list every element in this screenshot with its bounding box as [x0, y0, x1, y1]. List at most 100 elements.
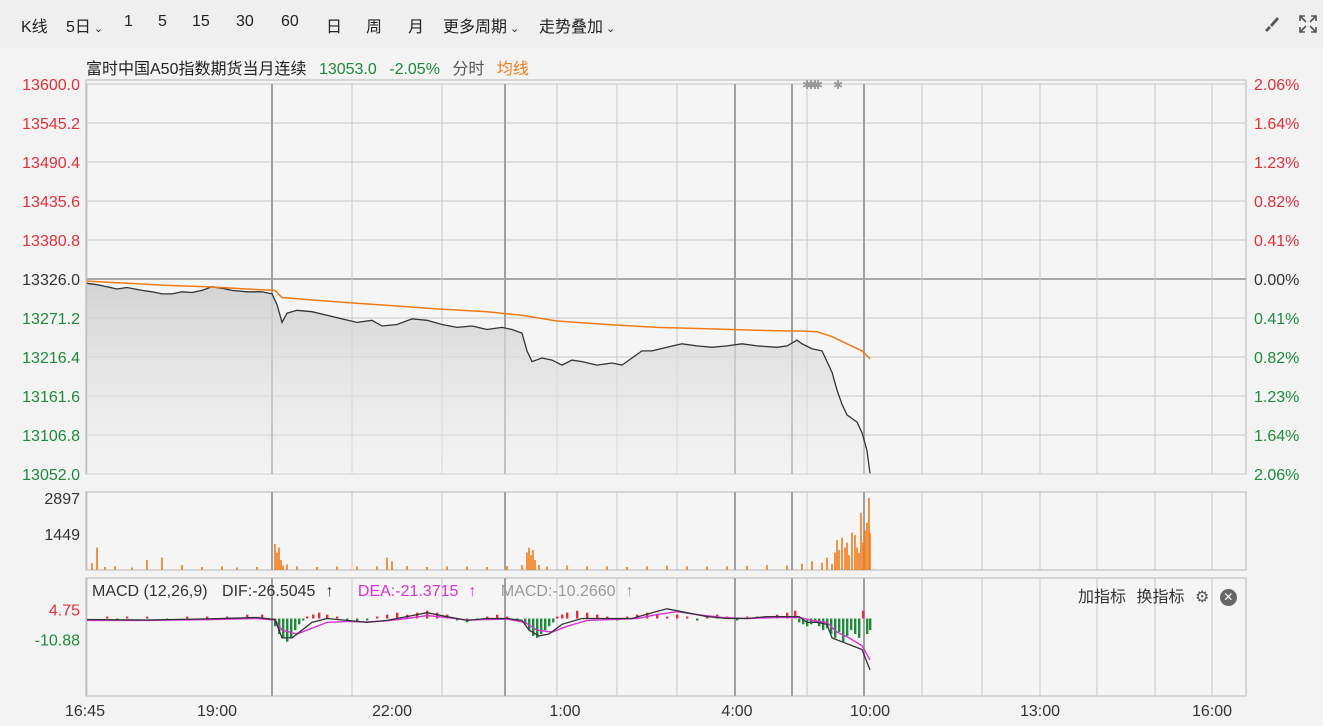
indicator-tools: 加指标 换指标 ⚙ ✕ — [1078, 583, 1243, 607]
macd-histogram-bar — [536, 618, 539, 638]
price-area-layer — [87, 283, 870, 474]
dea-text: DEA:-21.3715 — [357, 583, 459, 600]
dea-line — [87, 610, 871, 661]
macd-histogram-bar — [636, 614, 639, 619]
macd-histogram-bar — [776, 614, 779, 619]
macd-histogram-bar — [858, 618, 861, 638]
macd-histogram-bar — [862, 610, 865, 619]
volume-bar — [236, 567, 238, 570]
volume-bar — [532, 550, 534, 570]
macd-histogram-bar — [830, 618, 833, 634]
volume-bar — [181, 565, 183, 570]
macd-histogram-bar — [516, 618, 519, 621]
volume-bar — [766, 565, 768, 570]
price-axis-label: 13161.6 — [22, 389, 80, 406]
percent-axis-label: 0.41% — [1254, 233, 1299, 250]
volume-bar — [286, 564, 288, 570]
macd-histogram-bar — [806, 618, 809, 627]
percent-axis-label: 1.23% — [1254, 389, 1299, 406]
average-line — [86, 280, 871, 360]
macd-histogram-bar — [246, 614, 249, 619]
period-month-tab[interactable]: 月 — [408, 13, 424, 37]
price-axis-label: 13380.8 — [22, 233, 80, 250]
price-area-fill — [87, 283, 870, 474]
price-axis-label: 13052.0 — [22, 467, 80, 484]
macd-histogram-bar — [106, 616, 109, 619]
kline-tab[interactable]: K线 — [21, 13, 48, 37]
time-axis-label: 19:00 — [197, 703, 237, 720]
macd-dea-value: DEA:-21.3715 ↑ — [358, 583, 487, 600]
macd-histogram-bar — [766, 616, 769, 619]
macd-histogram-bar — [869, 618, 872, 631]
period-30m-tab[interactable]: 30 — [236, 13, 254, 31]
period-day-tab[interactable]: 日 — [326, 13, 342, 37]
volume-bar — [586, 566, 588, 570]
volume-bar — [161, 557, 163, 570]
percent-axis-label: 0.82% — [1254, 194, 1299, 211]
macd-histogram-bar — [606, 616, 609, 619]
macd-histogram-bar — [556, 616, 559, 619]
volume-bar — [376, 566, 378, 570]
macd-histogram-bar — [548, 618, 551, 627]
close-icon[interactable]: ✕ — [1219, 589, 1237, 607]
period-week-tab[interactable]: 周 — [366, 13, 382, 37]
volume-bar — [131, 567, 133, 570]
macd-histogram-bar — [576, 610, 579, 619]
macd-histogram-bar — [706, 616, 709, 619]
period-1m-tab[interactable]: 1 — [124, 13, 133, 31]
macd-histogram-bar — [544, 618, 547, 631]
macd-histogram-bar — [814, 618, 817, 623]
volume-bar — [221, 566, 223, 570]
overlay-dropdown[interactable]: 走势叠加 ⌄ — [539, 13, 615, 37]
add-indicator-button[interactable]: 加指标 — [1078, 589, 1126, 606]
draw-brush-icon[interactable] — [1261, 14, 1281, 34]
macd-histogram-bar — [278, 618, 281, 634]
macd-histogram-bar — [318, 612, 321, 619]
swap-indicator-button[interactable]: 换指标 — [1136, 589, 1184, 606]
period-15m-tab[interactable]: 15 — [192, 13, 210, 31]
volume-bar — [356, 566, 358, 570]
volume-bar — [846, 542, 848, 570]
macd-axis-label: 4.75 — [49, 602, 80, 619]
macd-histogram-bar — [302, 618, 305, 621]
macd-histogram-bar — [834, 618, 837, 638]
percent-axis-label: 1.64% — [1254, 116, 1299, 133]
period-60m-tab[interactable]: 60 — [281, 13, 299, 31]
macd-histogram-bar — [290, 618, 293, 638]
arrow-up-icon: ↑ — [625, 583, 634, 600]
macd-histogram-bar — [616, 618, 619, 621]
macd-histogram-bar — [746, 616, 749, 619]
macd-histogram-bar — [726, 616, 729, 619]
macd-histogram-bar — [446, 614, 449, 619]
volume-bar — [566, 565, 568, 570]
macd-histogram-bar — [736, 618, 739, 621]
volume-bar — [114, 566, 116, 570]
price-axis-label: 13435.6 — [22, 194, 80, 211]
macd-histogram-bar — [286, 618, 289, 642]
period-5m-tab[interactable]: 5 — [158, 13, 167, 31]
axis-labels-layer: 13600.0 2.06% 13545.2 1.64% 13490.4 1.23% 1343… — [22, 77, 1299, 720]
macd-histogram-bar — [596, 614, 599, 619]
time-axis-label: 10:00 — [850, 703, 890, 720]
volume-bar — [746, 565, 748, 570]
volume-axis-label: 2897 — [44, 491, 80, 508]
volume-bar — [91, 563, 93, 570]
macd-histogram-bar — [626, 616, 629, 619]
volume-bar — [854, 535, 856, 570]
macd-histogram-bar — [226, 616, 229, 619]
macd-histogram-bar — [436, 612, 439, 619]
more-periods-dropdown[interactable]: 更多周期 ⌄ — [443, 13, 519, 37]
gear-icon[interactable]: ⚙ — [1195, 589, 1209, 606]
arrow-up-icon: ↑ — [468, 583, 477, 600]
macd-histogram-bar — [146, 616, 149, 619]
macd-histogram-bar — [842, 618, 845, 642]
volume-bar — [606, 566, 608, 570]
percent-axis-label: 2.06% — [1254, 467, 1299, 484]
volume-bar — [526, 552, 528, 570]
volume-bar — [851, 532, 853, 570]
macd-histogram-bar — [466, 618, 469, 623]
chevron-down-icon: ⌄ — [606, 23, 616, 35]
volume-bar — [336, 566, 338, 570]
fullscreen-icon[interactable] — [1298, 14, 1318, 34]
period-5d-tab[interactable]: 5日 ⌄ — [66, 13, 103, 37]
